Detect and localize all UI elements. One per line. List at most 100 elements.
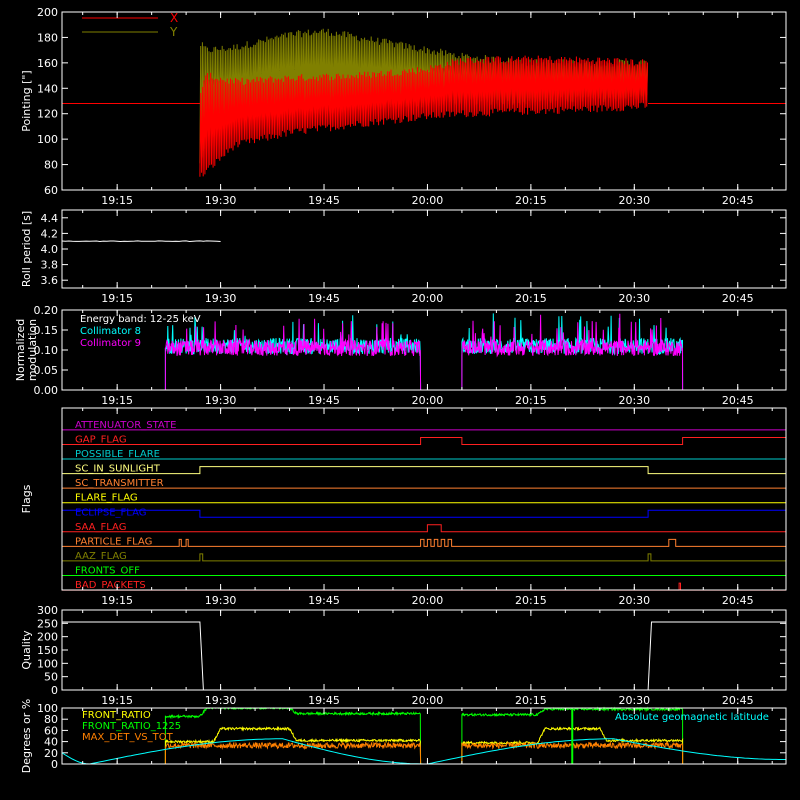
- y-tick-label: 200: [37, 631, 58, 644]
- time-tick-label: 20:00: [412, 694, 444, 707]
- time-tick-label: 20:15: [515, 394, 547, 407]
- flag-label: SC_IN_SUNLIGHT: [75, 464, 161, 475]
- time-tick-label: 20:45: [722, 694, 754, 707]
- y-tick-label: 0: [51, 758, 58, 771]
- y-tick-label: 100: [37, 702, 58, 715]
- flag-line-gap-flag: [62, 437, 787, 445]
- time-tick-label: 20:30: [618, 194, 650, 207]
- y-axis-label: Quality: [20, 630, 33, 670]
- roll-period-line: [61, 240, 221, 243]
- time-tick-label: 19:30: [205, 394, 237, 407]
- y-tick-label: 80: [44, 159, 58, 172]
- y-tick-label: 4.2: [41, 227, 59, 240]
- y-tick-label: 40: [44, 736, 58, 749]
- legend-label: X: [170, 11, 178, 25]
- legend-label: Collimator 8: [80, 326, 141, 337]
- time-tick-label: 20:30: [618, 694, 650, 707]
- panel-frame-1: [61, 209, 787, 289]
- time-tick-label: 20:30: [618, 594, 650, 607]
- time-tick-label: 20:15: [515, 292, 547, 305]
- legend-label: FRONT_RATIO_1225: [82, 721, 181, 732]
- y-tick-label: 250: [37, 617, 58, 630]
- y-tick-label: 180: [37, 31, 58, 44]
- time-tick-label: 20:15: [515, 694, 547, 707]
- y-axis-label: Degrees or %: [20, 699, 33, 773]
- y-tick-label: 3.8: [41, 259, 59, 272]
- y-tick-label: 140: [37, 82, 58, 95]
- y-tick-label: 4.4: [41, 212, 59, 225]
- time-tick-label: 19:45: [308, 292, 340, 305]
- time-tick-label: 19:15: [101, 194, 133, 207]
- energy-band-annotation: Energy band: 12-25 keV: [80, 314, 201, 325]
- legend-label: MAX_DET_VS_TOT: [82, 732, 174, 743]
- time-tick-label: 20:30: [618, 292, 650, 305]
- y-axis-label: Roll period [s]: [20, 211, 33, 287]
- flag-label: ATTENUATOR_STATE: [75, 420, 176, 431]
- panel-frame-3: [61, 407, 787, 591]
- time-tick-label: 19:15: [101, 394, 133, 407]
- y-tick-label: 50: [44, 671, 58, 684]
- flag-label: SAA_FLAG: [75, 522, 126, 533]
- flag-line-particle-flag: [62, 538, 786, 547]
- time-tick-label: 19:45: [308, 394, 340, 407]
- legend-label: Collimator 9: [80, 338, 141, 349]
- y-tick-label: 120: [37, 108, 58, 121]
- flag-line-sc-in-sunlight: [62, 466, 786, 475]
- time-tick-label: 19:45: [308, 694, 340, 707]
- time-tick-label: 19:45: [308, 594, 340, 607]
- y-axis-label: Flags: [20, 484, 33, 513]
- time-tick-label: 20:45: [722, 194, 754, 207]
- y-tick-label: 60: [44, 724, 58, 737]
- flag-label: FRONTS_OFF: [75, 566, 140, 577]
- time-tick-label: 19:30: [205, 594, 237, 607]
- flag-label: BAD_PACKETS: [75, 580, 146, 591]
- quality-line: [62, 621, 786, 691]
- time-tick-label: 20:00: [412, 594, 444, 607]
- y-axis-label: modulation: [26, 319, 39, 381]
- time-tick-label: 20:15: [515, 594, 547, 607]
- time-tick-label: 20:30: [618, 394, 650, 407]
- y-tick-label: 160: [37, 57, 58, 70]
- time-tick-label: 20:15: [515, 194, 547, 207]
- y-axis-label: Pointing ["]: [20, 70, 33, 131]
- time-tick-label: 20:45: [722, 594, 754, 607]
- flag-label: GAP_FLAG: [75, 434, 127, 445]
- time-tick-label: 19:45: [308, 194, 340, 207]
- legend-label: Y: [169, 25, 178, 39]
- y-tick-label: 100: [37, 133, 58, 146]
- y-tick-label: 4.0: [41, 243, 59, 256]
- y-tick-label: 80: [44, 713, 58, 726]
- y-tick-label: 0.20: [34, 304, 59, 317]
- flag-line-bad-packets: [62, 582, 786, 591]
- y-tick-label: 0: [51, 684, 58, 697]
- flag-label: PARTICLE_FLAG: [75, 536, 152, 547]
- time-tick-label: 20:45: [722, 394, 754, 407]
- y-tick-label: 100: [37, 657, 58, 670]
- y-tick-label: 20: [44, 747, 58, 760]
- time-tick-label: 19:30: [205, 694, 237, 707]
- flag-line-saa-flag: [62, 524, 786, 533]
- time-tick-label: 19:15: [101, 594, 133, 607]
- time-tick-label: 20:00: [412, 292, 444, 305]
- y-tick-label: 150: [37, 644, 58, 657]
- legend-label: Absolute geomagnetic latitude: [615, 712, 769, 723]
- y-tick-label: 60: [44, 184, 58, 197]
- flight-data-figure: 6080100120140160180200Pointing ["]XY19:1…: [0, 0, 800, 800]
- flag-line-eclipse-flag: [61, 509, 787, 518]
- y-tick-label: 300: [37, 604, 58, 617]
- legend-label: FRONT_RATIO: [82, 710, 151, 721]
- time-tick-label: 19:30: [205, 194, 237, 207]
- flag-line-aaz-flag: [62, 553, 786, 562]
- time-tick-label: 19:15: [101, 292, 133, 305]
- time-tick-label: 19:30: [205, 292, 237, 305]
- time-tick-label: 20:45: [722, 292, 754, 305]
- y-tick-label: 200: [37, 6, 58, 19]
- flag-label: POSSIBLE_FLARE: [75, 449, 160, 460]
- flag-label: ECLIPSE_FLAG: [75, 507, 146, 518]
- time-tick-label: 20:00: [412, 194, 444, 207]
- y-tick-label: 3.6: [41, 274, 59, 287]
- flag-label: AAZ_FLAG: [75, 551, 127, 562]
- y-tick-label: 0.00: [34, 384, 59, 397]
- time-tick-label: 20:00: [412, 394, 444, 407]
- series-Collimator-9-line: [461, 313, 684, 391]
